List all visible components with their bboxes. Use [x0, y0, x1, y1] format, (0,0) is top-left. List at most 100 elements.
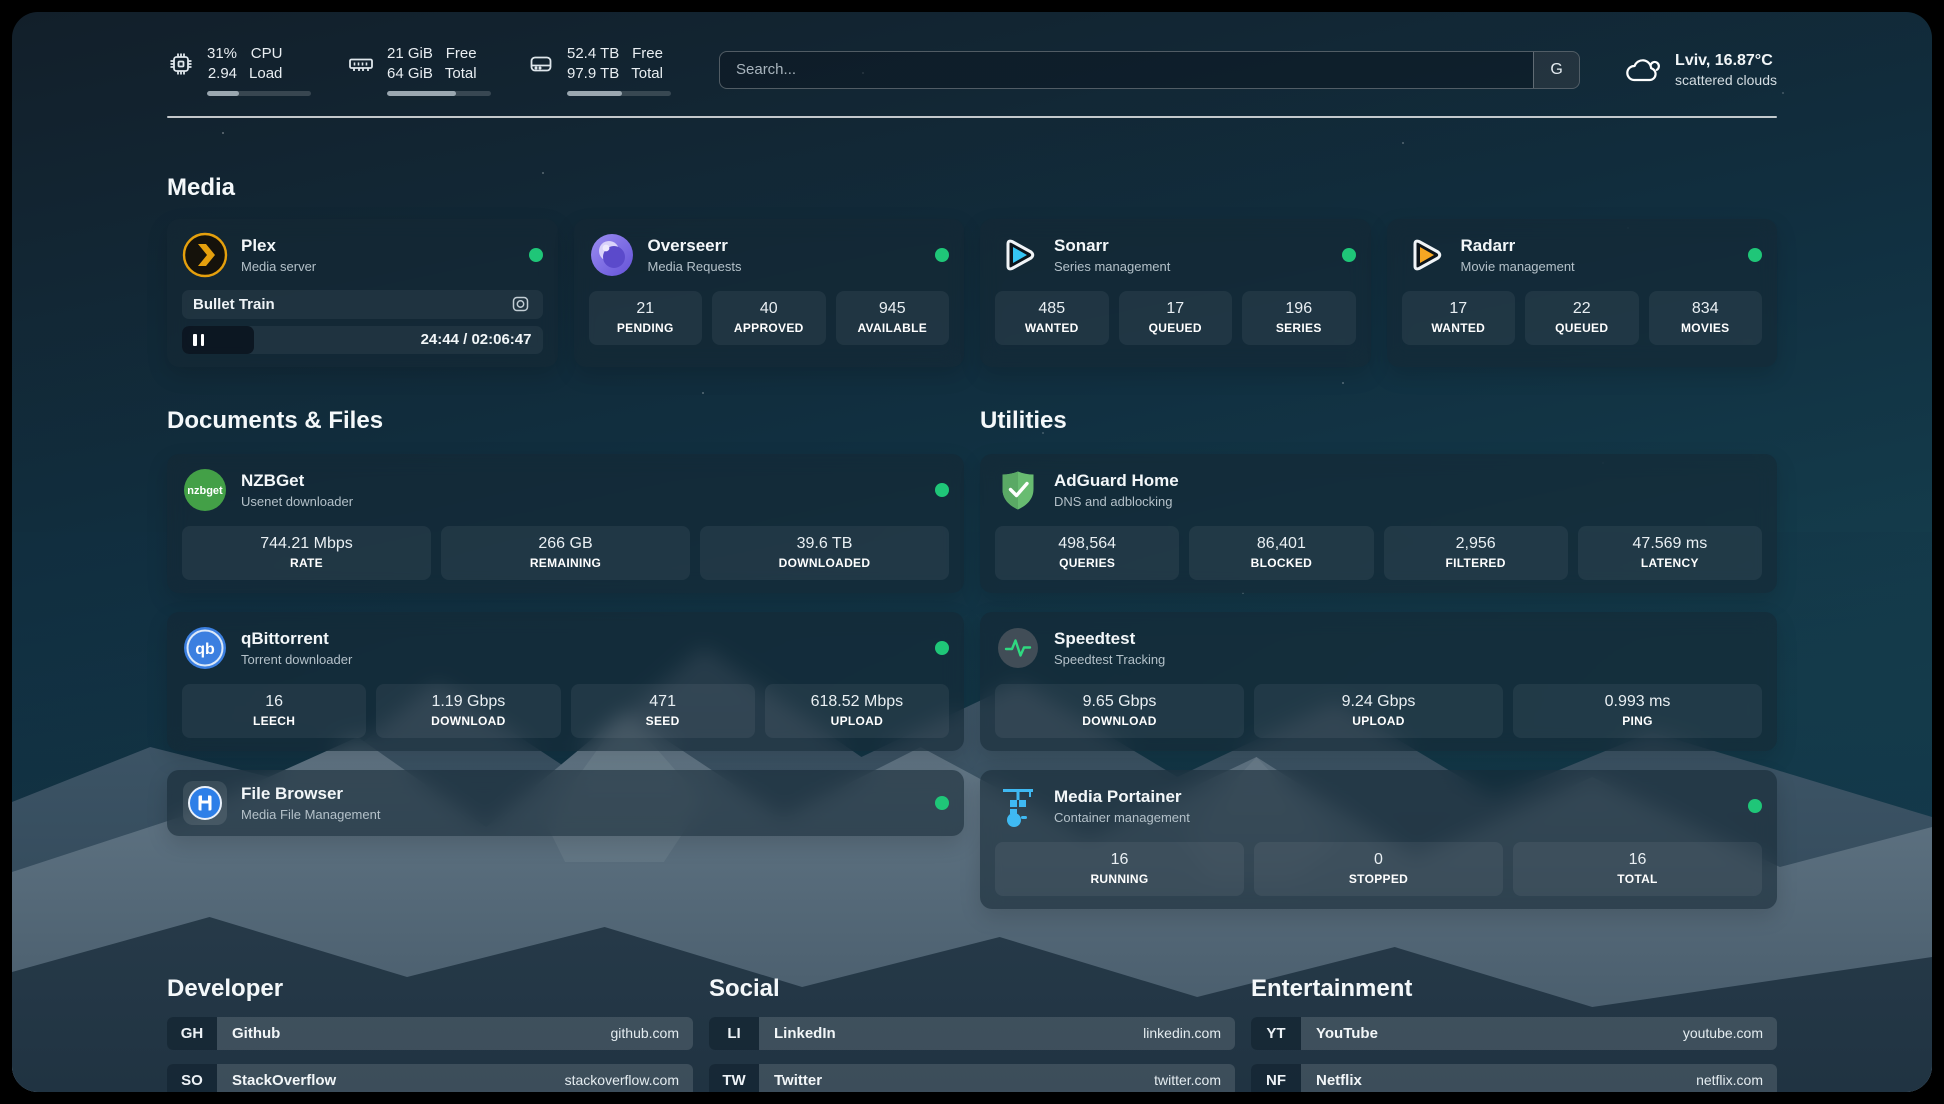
portainer-card[interactable]: Media Portainer Container management 16R… [980, 770, 1777, 909]
app-desc: Torrent downloader [241, 652, 352, 667]
disk-values: 52.4 TB 97.9 TB [567, 44, 619, 84]
status-online-dot [529, 248, 543, 262]
header-divider [167, 116, 1777, 118]
link-abbr: LI [709, 1017, 759, 1050]
disk-icon [527, 50, 555, 78]
system-stats: 31% 2.94 CPU Load [167, 44, 671, 96]
app-name: Overseerr [648, 236, 742, 256]
pause-icon [193, 334, 204, 346]
stat-seed: 471SEED [571, 684, 755, 738]
stat-running: 16RUNNING [995, 842, 1244, 896]
filebrowser-card[interactable]: File Browser Media File Management [167, 770, 964, 836]
cpu-progress-bar [207, 91, 311, 96]
ram-stat: 21 GiB 64 GiB Free Total [347, 44, 491, 96]
app-desc: DNS and adblocking [1054, 494, 1179, 509]
link-row-netflix[interactable]: NF Netflix netflix.com [1251, 1064, 1777, 1092]
link-url: netflix.com [1696, 1072, 1763, 1088]
link-url: youtube.com [1683, 1025, 1763, 1041]
disk-labels: Free Total [631, 44, 663, 84]
speedtest-icon [995, 625, 1041, 671]
link-name: Twitter [774, 1072, 822, 1089]
cpu-icon [167, 50, 195, 78]
weather-location-temp: Lviv, 16.87°C [1675, 52, 1777, 70]
search-engine-button[interactable]: G [1533, 52, 1579, 88]
stat-ping: 0.993 msPING [1513, 684, 1762, 738]
overseerr-icon [589, 232, 635, 278]
stat-total: 16TOTAL [1513, 842, 1762, 896]
portainer-icon [995, 783, 1041, 829]
stat-blocked: 86,401BLOCKED [1189, 526, 1373, 580]
link-name: Github [232, 1025, 280, 1042]
utilities-column: Utilities AdGuard Home DNS and [980, 407, 1777, 909]
ram-values: 21 GiB 64 GiB [387, 44, 433, 84]
app-desc: Speedtest Tracking [1054, 652, 1165, 667]
cpu-stat: 31% 2.94 CPU Load [167, 44, 311, 96]
app-desc: Media server [241, 259, 316, 274]
stat-approved: 40APPROVED [712, 291, 826, 345]
qbittorrent-icon: qb [182, 625, 228, 671]
stat-available: 945AVAILABLE [836, 291, 950, 345]
radarr-card[interactable]: Radarr Movie management 17WANTED 22QUEUE… [1387, 219, 1778, 367]
stat-upload: 618.52 MbpsUPLOAD [765, 684, 949, 738]
cloud-icon [1624, 53, 1662, 87]
link-row-youtube[interactable]: YT YouTube youtube.com [1251, 1017, 1777, 1050]
app-desc: Movie management [1461, 259, 1575, 274]
link-name: Netflix [1316, 1072, 1362, 1089]
status-online-dot [935, 483, 949, 497]
status-online-dot [935, 796, 949, 810]
movie-camera-icon [512, 296, 532, 312]
link-row-github[interactable]: GH Github github.com [167, 1017, 693, 1050]
link-url: github.com [611, 1025, 679, 1041]
app-name: Plex [241, 236, 316, 256]
stat-rate: 744.21 MbpsRATE [182, 526, 431, 580]
svg-text:nzbget: nzbget [187, 485, 223, 497]
app-desc: Container management [1054, 810, 1190, 825]
disk-stat: 52.4 TB 97.9 TB Free Total [527, 44, 671, 96]
link-name: StackOverflow [232, 1072, 336, 1089]
link-url: stackoverflow.com [565, 1072, 679, 1088]
stat-downloaded: 39.6 TBDOWNLOADED [700, 526, 949, 580]
radarr-icon [1402, 232, 1448, 278]
stat-queries: 498,564QUERIES [995, 526, 1179, 580]
search-input[interactable] [720, 52, 1533, 88]
status-online-dot [935, 641, 949, 655]
link-abbr: TW [709, 1064, 759, 1092]
weather-condition: scattered clouds [1675, 72, 1777, 88]
developer-links: Developer GH Github github.com SO StackO… [167, 975, 693, 1092]
stat-wanted: 485WANTED [995, 291, 1109, 345]
section-title-entertainment: Entertainment [1251, 975, 1777, 1003]
overseerr-card[interactable]: Overseerr Media Requests 21PENDING 40APP… [574, 219, 965, 367]
qbittorrent-card[interactable]: qb qBittorrent Torrent downloader 16LEEC… [167, 612, 964, 751]
now-playing-title: Bullet Train [182, 290, 543, 319]
app-name: File Browser [241, 784, 380, 804]
social-links: Social LI LinkedIn linkedin.com TW Twitt… [709, 975, 1235, 1092]
status-online-dot [1748, 248, 1762, 262]
cpu-values: 31% 2.94 [207, 44, 237, 84]
stat-leech: 16LEECH [182, 684, 366, 738]
plex-icon [182, 232, 228, 278]
sonarr-card[interactable]: Sonarr Series management 485WANTED 17QUE… [980, 219, 1371, 367]
sonarr-icon [995, 232, 1041, 278]
stat-download: 9.65 GbpsDOWNLOAD [995, 684, 1244, 738]
link-row-linkedin[interactable]: LI LinkedIn linkedin.com [709, 1017, 1235, 1050]
link-row-stackoverflow[interactable]: SO StackOverflow stackoverflow.com [167, 1064, 693, 1092]
stat-filtered: 2,956FILTERED [1384, 526, 1568, 580]
weather-widget: Lviv, 16.87°C scattered clouds [1624, 52, 1777, 88]
svg-text:qb: qb [195, 641, 215, 658]
stat-queued: 22QUEUED [1525, 291, 1639, 345]
link-name: LinkedIn [774, 1025, 836, 1042]
link-row-twitter[interactable]: TW Twitter twitter.com [709, 1064, 1235, 1092]
app-name: NZBGet [241, 471, 353, 491]
section-title-social: Social [709, 975, 1235, 1003]
section-title-media: Media [167, 174, 1777, 202]
plex-card[interactable]: Plex Media server Bullet Train 24:44 / 0… [167, 219, 558, 367]
app-desc: Series management [1054, 259, 1170, 274]
adguard-card[interactable]: AdGuard Home DNS and adblocking 498,564Q… [980, 454, 1777, 593]
speedtest-card[interactable]: Speedtest Speedtest Tracking 9.65 GbpsDO… [980, 612, 1777, 751]
playback-progress-bar: 24:44 / 02:06:47 [182, 326, 543, 354]
link-url: linkedin.com [1143, 1025, 1221, 1041]
ram-progress-bar [387, 91, 491, 96]
section-title-documents: Documents & Files [167, 407, 964, 435]
stat-wanted: 17WANTED [1402, 291, 1516, 345]
nzbget-card[interactable]: nzbget NZBGet Usenet downloader 744.21 M… [167, 454, 964, 593]
